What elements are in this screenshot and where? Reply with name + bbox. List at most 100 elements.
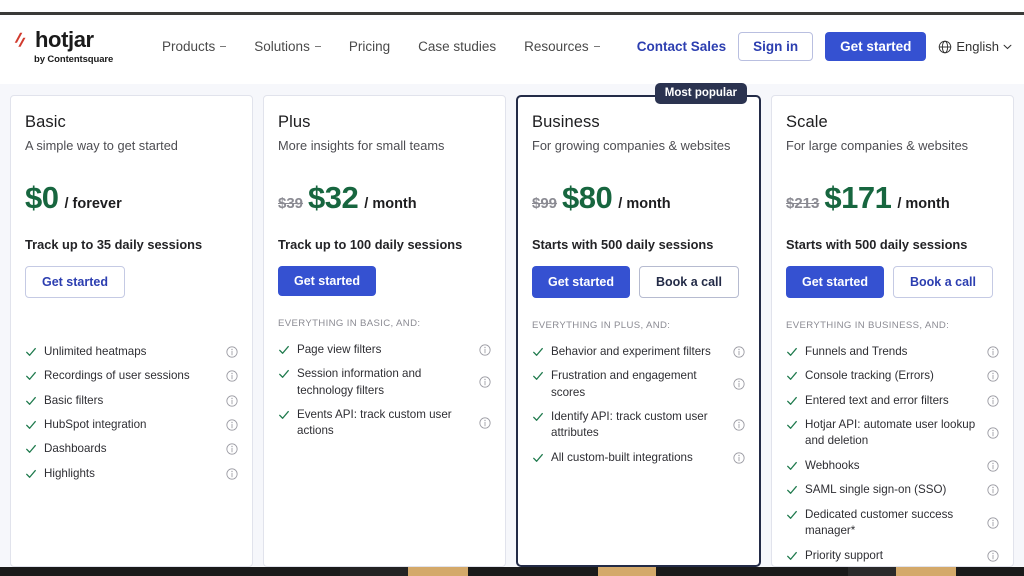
info-icon[interactable] — [479, 376, 491, 388]
feature-text: Frustration and engagement scores — [551, 369, 697, 399]
book-a-call-button[interactable]: Book a call — [639, 265, 739, 298]
feature-text: Entered text and error filters — [805, 393, 949, 407]
logo-row: hotjar — [12, 26, 94, 52]
feature-item: All custom-built integrations — [532, 450, 745, 466]
check-icon — [26, 445, 36, 454]
cta-row: Get started — [278, 265, 491, 296]
pricing-cards-container: Basic A simple way to get started $0 / f… — [0, 83, 1024, 567]
nav-item-resources[interactable]: Resources — [524, 39, 600, 54]
logo-subtitle: by Contentsquare — [34, 53, 114, 65]
price-period: / forever — [64, 195, 122, 212]
feature-text: SAML single sign-on (SSO) — [805, 483, 947, 497]
info-icon[interactable] — [226, 394, 238, 407]
feature-text: Page view filters — [297, 342, 382, 356]
plan-tagline: A simple way to get started — [25, 138, 178, 153]
info-icon[interactable] — [733, 419, 745, 431]
sign-in-button[interactable]: Sign in — [738, 32, 814, 61]
sessions-note: Track up to 35 daily sessions — [25, 236, 203, 252]
feature-text: Events API: track custom user actions — [297, 407, 452, 438]
check-icon — [533, 453, 543, 462]
language-selector[interactable]: English — [938, 39, 1012, 54]
info-icon[interactable] — [987, 517, 999, 529]
feature-text: Dashboards — [44, 442, 107, 456]
nav-item-solutions[interactable]: Solutions — [254, 39, 321, 54]
check-icon — [787, 396, 797, 405]
book-a-call-button[interactable]: Book a call — [893, 265, 993, 298]
price-row: $213 $171 / month — [786, 182, 999, 213]
info-icon[interactable] — [733, 346, 745, 358]
check-icon — [787, 510, 797, 519]
info-icon[interactable] — [987, 550, 999, 562]
get-started-button[interactable]: Get started — [278, 265, 376, 296]
feature-text: Hotjar API: automate user lookup and del… — [805, 417, 976, 448]
check-icon — [26, 347, 36, 356]
header-actions: Contact Sales Sign in Get started Englis… — [637, 32, 1012, 61]
info-icon[interactable] — [226, 468, 238, 480]
info-icon[interactable] — [987, 346, 999, 358]
globe-icon — [939, 40, 952, 53]
price-row: $99 $80 / month — [532, 182, 745, 213]
nav-item-products[interactable]: Products — [162, 39, 227, 54]
info-icon[interactable] — [226, 443, 238, 456]
check-icon — [26, 396, 36, 405]
header-get-started-button[interactable]: Get started — [825, 32, 927, 61]
nav-item-pricing[interactable]: Pricing — [349, 39, 390, 54]
check-icon — [26, 469, 36, 478]
check-icon — [533, 412, 543, 421]
feature-list: Funnels and Trends Console tracking (Err… — [786, 344, 999, 565]
check-icon — [787, 420, 797, 429]
info-icon[interactable] — [987, 370, 999, 382]
sessions-note: Starts with 500 daily sessions — [532, 236, 714, 252]
price-original: $213 — [786, 194, 820, 212]
pricing-card-plus: Plus More insights for small teams $39 $… — [263, 95, 506, 567]
feature-list: Behavior and experiment filters Frustrat… — [532, 344, 745, 467]
feature-text: Unlimited heatmaps — [44, 344, 147, 358]
info-icon[interactable] — [733, 452, 745, 464]
feature-text: Dedicated customer success manager* — [805, 507, 954, 538]
check-icon — [533, 347, 543, 356]
feature-text: HubSpot integration — [44, 417, 147, 431]
plan-name: Scale — [786, 113, 828, 131]
info-icon[interactable] — [733, 378, 745, 390]
feature-item: Highlights — [25, 466, 238, 482]
get-started-button[interactable]: Get started — [786, 265, 884, 298]
sessions-note: Track up to 100 daily sessions — [278, 236, 463, 252]
info-icon[interactable] — [479, 417, 491, 429]
info-icon[interactable] — [226, 419, 238, 431]
check-icon — [787, 372, 797, 380]
get-started-button[interactable]: Get started — [532, 265, 630, 298]
pricing-card-scale: Scale For large companies & websites $21… — [771, 95, 1014, 567]
nav-label-case-studies: Case studies — [418, 39, 497, 54]
get-started-button[interactable]: Get started — [25, 265, 125, 298]
info-icon[interactable] — [479, 344, 491, 356]
site-header: hotjar by Contentsquare Products Solutio… — [0, 15, 1024, 78]
check-icon — [787, 551, 797, 560]
logo-wordmark: hotjar — [35, 26, 94, 52]
info-icon[interactable] — [987, 427, 999, 439]
nav-item-case-studies[interactable]: Case studies — [418, 39, 496, 54]
info-icon[interactable] — [987, 484, 999, 496]
hotjar-logo[interactable]: hotjar by Contentsquare — [12, 26, 140, 65]
price-period: / month — [364, 195, 417, 212]
contact-sales-link[interactable]: Contact Sales — [637, 39, 726, 54]
check-icon — [26, 420, 36, 429]
info-icon[interactable] — [987, 394, 999, 407]
feature-text: Session information and technology filte… — [297, 367, 422, 397]
nav-label-pricing: Pricing — [348, 39, 391, 54]
plan-tagline: For large companies & websites — [786, 138, 969, 153]
feature-text: Recordings of user sessions — [44, 369, 190, 383]
price-original: $99 — [532, 194, 558, 212]
feature-item: Dashboards — [25, 441, 238, 457]
feature-item: Priority support — [786, 548, 999, 564]
info-icon[interactable] — [987, 460, 999, 472]
plan-tagline: For growing companies & websites — [532, 138, 731, 153]
info-icon[interactable] — [226, 346, 238, 358]
price-row: $0 / forever — [25, 182, 238, 213]
info-icon[interactable] — [226, 370, 238, 382]
feature-item: Dedicated customer success manager* — [786, 507, 999, 540]
feature-item: HubSpot integration — [25, 417, 238, 433]
feature-item: Entered text and error filters — [786, 393, 999, 409]
cta-row: Get started Book a call — [786, 265, 999, 298]
price-original: $39 — [278, 194, 304, 212]
check-icon — [533, 372, 543, 380]
